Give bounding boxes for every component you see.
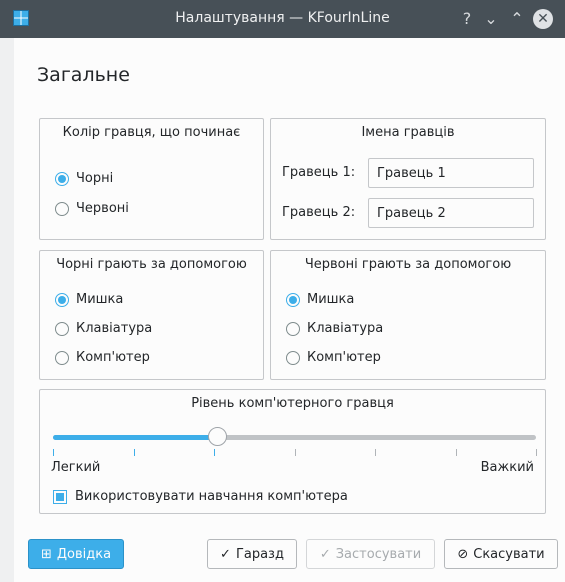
page-title: Загальне xyxy=(37,64,130,86)
slider-tick xyxy=(214,449,215,456)
difficulty-slider-track[interactable] xyxy=(53,435,536,440)
radio-indicator xyxy=(55,292,69,307)
radio-start-red[interactable]: Червоні xyxy=(55,201,129,216)
player2-label: Гравець 2: xyxy=(282,205,356,220)
radio-label: Комп'ютер xyxy=(76,350,150,365)
ok-button[interactable]: ✓ Гаразд xyxy=(207,539,297,569)
radio-label: Мишка xyxy=(76,292,124,307)
radio-label: Чорні xyxy=(76,171,114,186)
player-names-group: Імена гравців Гравець 1: Гравець 2: xyxy=(270,118,546,240)
radio-label: Червоні xyxy=(76,201,129,216)
difficulty-slider-handle[interactable] xyxy=(208,427,228,446)
radio-indicator xyxy=(55,171,69,186)
radio-indicator xyxy=(55,350,69,365)
radio-indicator xyxy=(286,350,300,365)
difficulty-max-label: Важкий xyxy=(480,460,534,475)
black-input-group: Чорні грають за допомогою Мишка Клавіату… xyxy=(39,250,264,380)
difficulty-slider-fill xyxy=(53,435,218,440)
minimize-icon[interactable]: ⌄ xyxy=(480,8,502,30)
dialog-content: Загальне Колір гравця, що починає Чорні … xyxy=(14,38,565,582)
help-button[interactable]: ⊞ Довідка xyxy=(28,539,124,569)
radio-label: Мишка xyxy=(307,292,355,307)
cancel-button[interactable]: ⊘ Скасувати xyxy=(444,539,558,569)
cancel-icon: ⊘ xyxy=(457,546,469,562)
help-icon[interactable]: ? xyxy=(456,8,478,30)
radio-red-computer[interactable]: Комп'ютер xyxy=(286,350,381,365)
button-label: Довідка xyxy=(56,546,112,562)
starting-color-group: Колір гравця, що починає Чорні Червоні xyxy=(39,118,264,240)
radio-label: Клавіатура xyxy=(307,321,384,336)
group-title: Колір гравця, що починає xyxy=(62,125,241,140)
maximize-icon[interactable]: ⌃ xyxy=(506,8,528,30)
help-book-icon: ⊞ xyxy=(40,546,52,562)
group-title: Імена гравців xyxy=(361,125,455,140)
radio-indicator xyxy=(286,321,300,336)
apply-button[interactable]: ✓ Застосувати xyxy=(306,539,435,569)
radio-black-keyboard[interactable]: Клавіатура xyxy=(55,321,152,336)
radio-red-keyboard[interactable]: Клавіатура xyxy=(286,321,383,336)
group-title: Рівень комп'ютерного гравця xyxy=(191,396,394,411)
button-label: Скасувати xyxy=(473,546,545,562)
radio-label: Комп'ютер xyxy=(307,350,381,365)
checkmark-icon: ✓ xyxy=(319,546,331,562)
checkmark-icon: ✓ xyxy=(220,546,231,562)
player2-name-input[interactable] xyxy=(368,198,534,228)
radio-red-mouse[interactable]: Мишка xyxy=(286,292,354,307)
checkbox-label: Використовувати навчання комп'ютера xyxy=(75,489,348,504)
radio-start-black[interactable]: Чорні xyxy=(55,171,113,186)
title-bar[interactable]: Налаштування — KFourInLine ? ⌄ ⌃ ✕ xyxy=(0,0,565,38)
group-title: Червоні грають за допомогою xyxy=(304,257,512,272)
computer-level-group: Рівень комп'ютерного гравця Легкий Важки… xyxy=(39,389,546,514)
slider-tick xyxy=(375,449,376,456)
button-label: Гаразд xyxy=(235,546,284,562)
radio-label: Клавіатура xyxy=(76,321,153,336)
slider-tick xyxy=(536,449,537,456)
radio-black-mouse[interactable]: Мишка xyxy=(55,292,123,307)
slider-tick xyxy=(133,449,135,456)
button-label: Застосувати xyxy=(335,546,422,562)
close-icon[interactable]: ✕ xyxy=(533,9,553,29)
slider-tick xyxy=(53,449,54,456)
computer-learning-checkbox[interactable]: Використовувати навчання комп'ютера xyxy=(53,489,348,504)
group-title: Чорні грають за допомогою xyxy=(56,257,247,272)
player1-name-input[interactable] xyxy=(368,158,534,188)
radio-indicator xyxy=(55,201,69,216)
player1-label: Гравець 1: xyxy=(282,165,356,180)
radio-indicator xyxy=(55,321,69,336)
difficulty-min-label: Легкий xyxy=(51,460,101,475)
radio-indicator xyxy=(286,292,300,307)
slider-tick xyxy=(294,449,296,456)
radio-black-computer[interactable]: Комп'ютер xyxy=(55,350,150,365)
slider-tick xyxy=(455,449,457,456)
settings-window: Налаштування — KFourInLine ? ⌄ ⌃ ✕ Загал… xyxy=(0,0,565,582)
checkbox-indicator xyxy=(53,489,67,504)
red-input-group: Червоні грають за допомогою Мишка Клавіа… xyxy=(270,250,546,380)
